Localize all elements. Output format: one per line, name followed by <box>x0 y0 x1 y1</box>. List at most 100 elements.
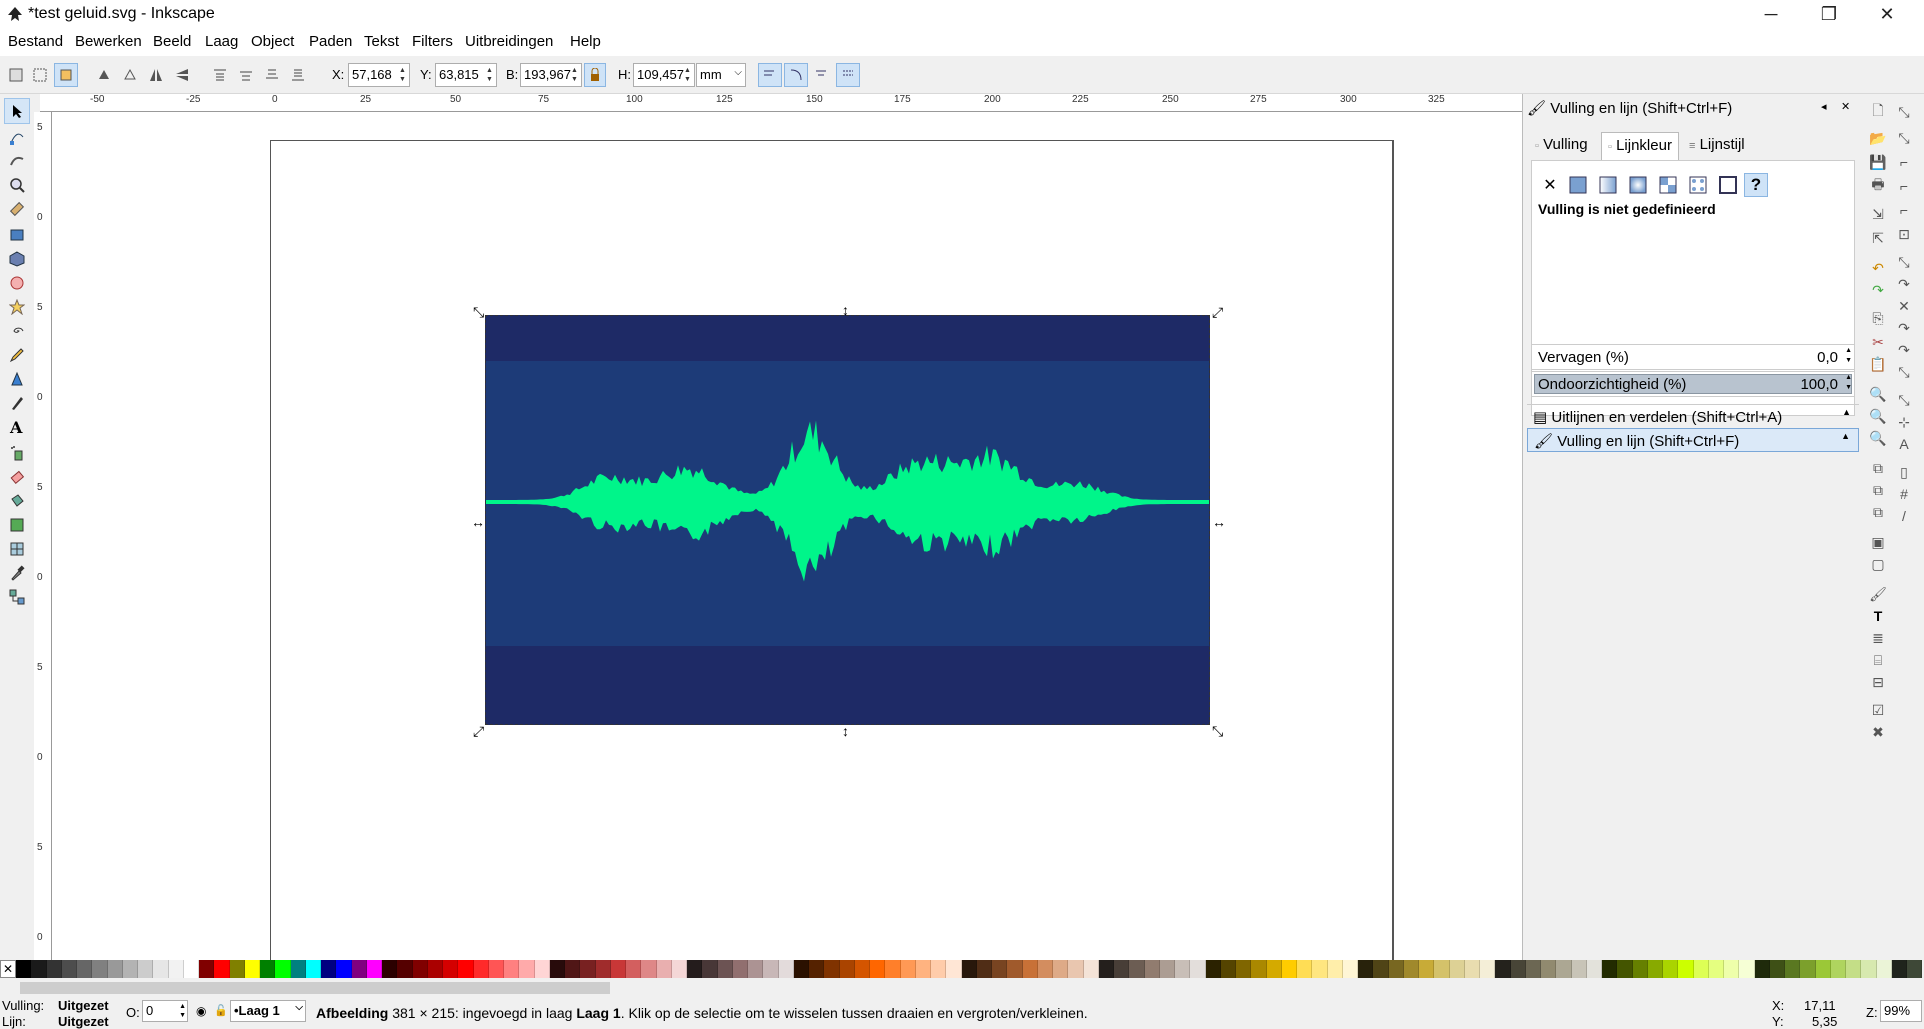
snap-center-icon[interactable]: ⤡ <box>1894 390 1914 410</box>
scale-handle-ne-icon[interactable]: ⤢ <box>1212 305 1223 319</box>
minimize-button[interactable]: ─ <box>1742 0 1800 30</box>
tab-fill[interactable]: ▫ Vulling <box>1529 132 1594 160</box>
scale-handle-s-icon[interactable]: ↕ <box>842 724 849 738</box>
spiral-tool-icon[interactable] <box>4 318 30 344</box>
move-patterns-icon[interactable] <box>836 63 860 87</box>
no-color-swatch-icon[interactable]: ✕ <box>0 960 16 978</box>
palette-swatch[interactable] <box>168 960 184 978</box>
palette-swatch[interactable] <box>793 960 809 978</box>
menu-beeld[interactable]: Beeld <box>153 33 191 50</box>
palette-swatch[interactable] <box>1891 960 1907 978</box>
rotate-cw-icon[interactable] <box>118 63 142 87</box>
palette-swatch[interactable] <box>519 960 535 978</box>
palette-swatch[interactable] <box>275 960 291 978</box>
palette-swatch[interactable] <box>351 960 367 978</box>
palette-swatch[interactable] <box>153 960 169 978</box>
palette-swatch[interactable] <box>122 960 138 978</box>
raise-to-top-icon[interactable] <box>208 63 232 87</box>
lock-layer-icon[interactable]: 🔓 <box>214 1004 228 1017</box>
x-field[interactable]: 57,168 ▲ ▼ <box>348 63 410 87</box>
scale-stroke-icon[interactable] <box>758 63 782 87</box>
palette-swatch[interactable] <box>1022 960 1038 978</box>
palette-swatch[interactable] <box>1312 960 1328 978</box>
lock-ratio-icon[interactable] <box>584 63 606 87</box>
scale-handle-se-icon[interactable]: ⤡ <box>1212 724 1223 738</box>
snap-page-icon[interactable]: ▯ <box>1894 462 1914 482</box>
paste-icon[interactable]: 📋 <box>1868 354 1888 374</box>
palette-swatch[interactable] <box>961 960 977 978</box>
deselect-icon[interactable] <box>54 63 78 87</box>
palette-swatch[interactable] <box>488 960 504 978</box>
unit-select[interactable]: mm ⌵ <box>696 63 746 87</box>
palette-swatch[interactable] <box>1510 960 1526 978</box>
zoom-page-icon[interactable]: 🔍 <box>1868 428 1888 448</box>
palette-swatch[interactable] <box>46 960 62 978</box>
layer-select[interactable]: •Laag 1 ⌵ <box>230 1000 306 1022</box>
palette-swatch[interactable] <box>1144 960 1160 978</box>
palette-swatch[interactable] <box>1281 960 1297 978</box>
snap-guide-icon[interactable]: / <box>1894 506 1914 526</box>
blur-slider[interactable]: Vervagen (%) 0,0 ▲ ▼ <box>1531 344 1855 370</box>
text-tool-icon[interactable]: A <box>4 414 30 440</box>
palette-swatch[interactable] <box>1175 960 1191 978</box>
palette-swatch[interactable] <box>1220 960 1236 978</box>
duplicate-icon[interactable]: ⧉ <box>1868 458 1888 478</box>
palette-swatch[interactable] <box>900 960 916 978</box>
palette-swatch[interactable] <box>1373 960 1389 978</box>
palette-swatch[interactable] <box>412 960 428 978</box>
palette-swatch[interactable] <box>641 960 657 978</box>
spray-tool-icon[interactable] <box>4 440 30 466</box>
star-tool-icon[interactable] <box>4 294 30 320</box>
palette-swatch[interactable] <box>732 960 748 978</box>
y-field[interactable]: 63,815 ▲ ▼ <box>435 63 497 87</box>
xml-editor-icon[interactable]: ⌸ <box>1868 650 1888 670</box>
palette-swatch[interactable] <box>1693 960 1709 978</box>
palette-swatch[interactable] <box>1068 960 1084 978</box>
opacity-slider[interactable]: Ondoorzichtigheid (%) 100,0 ▲ ▼ <box>1531 371 1855 397</box>
snap-rotation-center-icon[interactable]: ⊹ <box>1894 412 1914 432</box>
close-button[interactable]: ✕ <box>1858 0 1916 30</box>
cut-icon[interactable]: ✂ <box>1868 332 1888 352</box>
palette-swatch[interactable] <box>229 960 245 978</box>
palette-swatch[interactable] <box>321 960 337 978</box>
menu-laag[interactable]: Laag <box>205 33 238 50</box>
snap-text-baseline-icon[interactable]: A <box>1894 434 1914 454</box>
menu-object[interactable]: Object <box>251 33 294 50</box>
snap-midpoint-icon[interactable]: ⤡ <box>1894 362 1914 382</box>
palette-swatch[interactable] <box>1297 960 1313 978</box>
opacity-spin-icon[interactable]: ▲ ▼ <box>1845 373 1852 393</box>
palette-swatch[interactable] <box>138 960 154 978</box>
palette-swatch[interactable] <box>626 960 642 978</box>
unset-paint-icon[interactable]: ? <box>1744 173 1768 197</box>
palette-swatch[interactable] <box>1434 960 1450 978</box>
palette-swatch[interactable] <box>702 960 718 978</box>
scale-handle-w-icon[interactable]: ↔ <box>471 515 485 529</box>
calligraphy-tool-icon[interactable] <box>4 390 30 416</box>
palette-swatch[interactable] <box>1403 960 1419 978</box>
select-all-layers-icon[interactable] <box>28 63 52 87</box>
maximize-button[interactable]: ❐ <box>1800 0 1858 30</box>
rotate-ccw-icon[interactable] <box>92 63 116 87</box>
align-distribute-icon[interactable]: ⊟ <box>1868 672 1888 692</box>
visibility-icon[interactable]: ◉ <box>196 1004 206 1018</box>
layers-icon[interactable]: ≣ <box>1868 628 1888 648</box>
palette-swatch[interactable] <box>1464 960 1480 978</box>
palette-swatch[interactable] <box>244 960 260 978</box>
palette-swatch[interactable] <box>824 960 840 978</box>
palette-swatch[interactable] <box>1083 960 1099 978</box>
menu-help[interactable]: Help <box>570 33 601 50</box>
palette-swatch[interactable] <box>1678 960 1694 978</box>
palette-swatch[interactable] <box>473 960 489 978</box>
selector-tool-icon[interactable] <box>4 98 30 124</box>
palette-swatch[interactable] <box>382 960 398 978</box>
select-all-icon[interactable] <box>4 63 28 87</box>
palette-swatch[interactable] <box>458 960 474 978</box>
palette-swatch[interactable] <box>1129 960 1145 978</box>
node-tool-icon[interactable] <box>4 124 30 150</box>
snap-grid-icon[interactable]: # <box>1894 484 1914 504</box>
palette-swatch[interactable] <box>366 960 382 978</box>
scale-handle-e-icon[interactable]: ↔ <box>1212 515 1226 529</box>
palette-swatch[interactable] <box>1586 960 1602 978</box>
snap-bbox-midpoint-icon[interactable]: ⌐ <box>1894 200 1914 220</box>
preferences-icon[interactable]: ☑ <box>1868 700 1888 720</box>
